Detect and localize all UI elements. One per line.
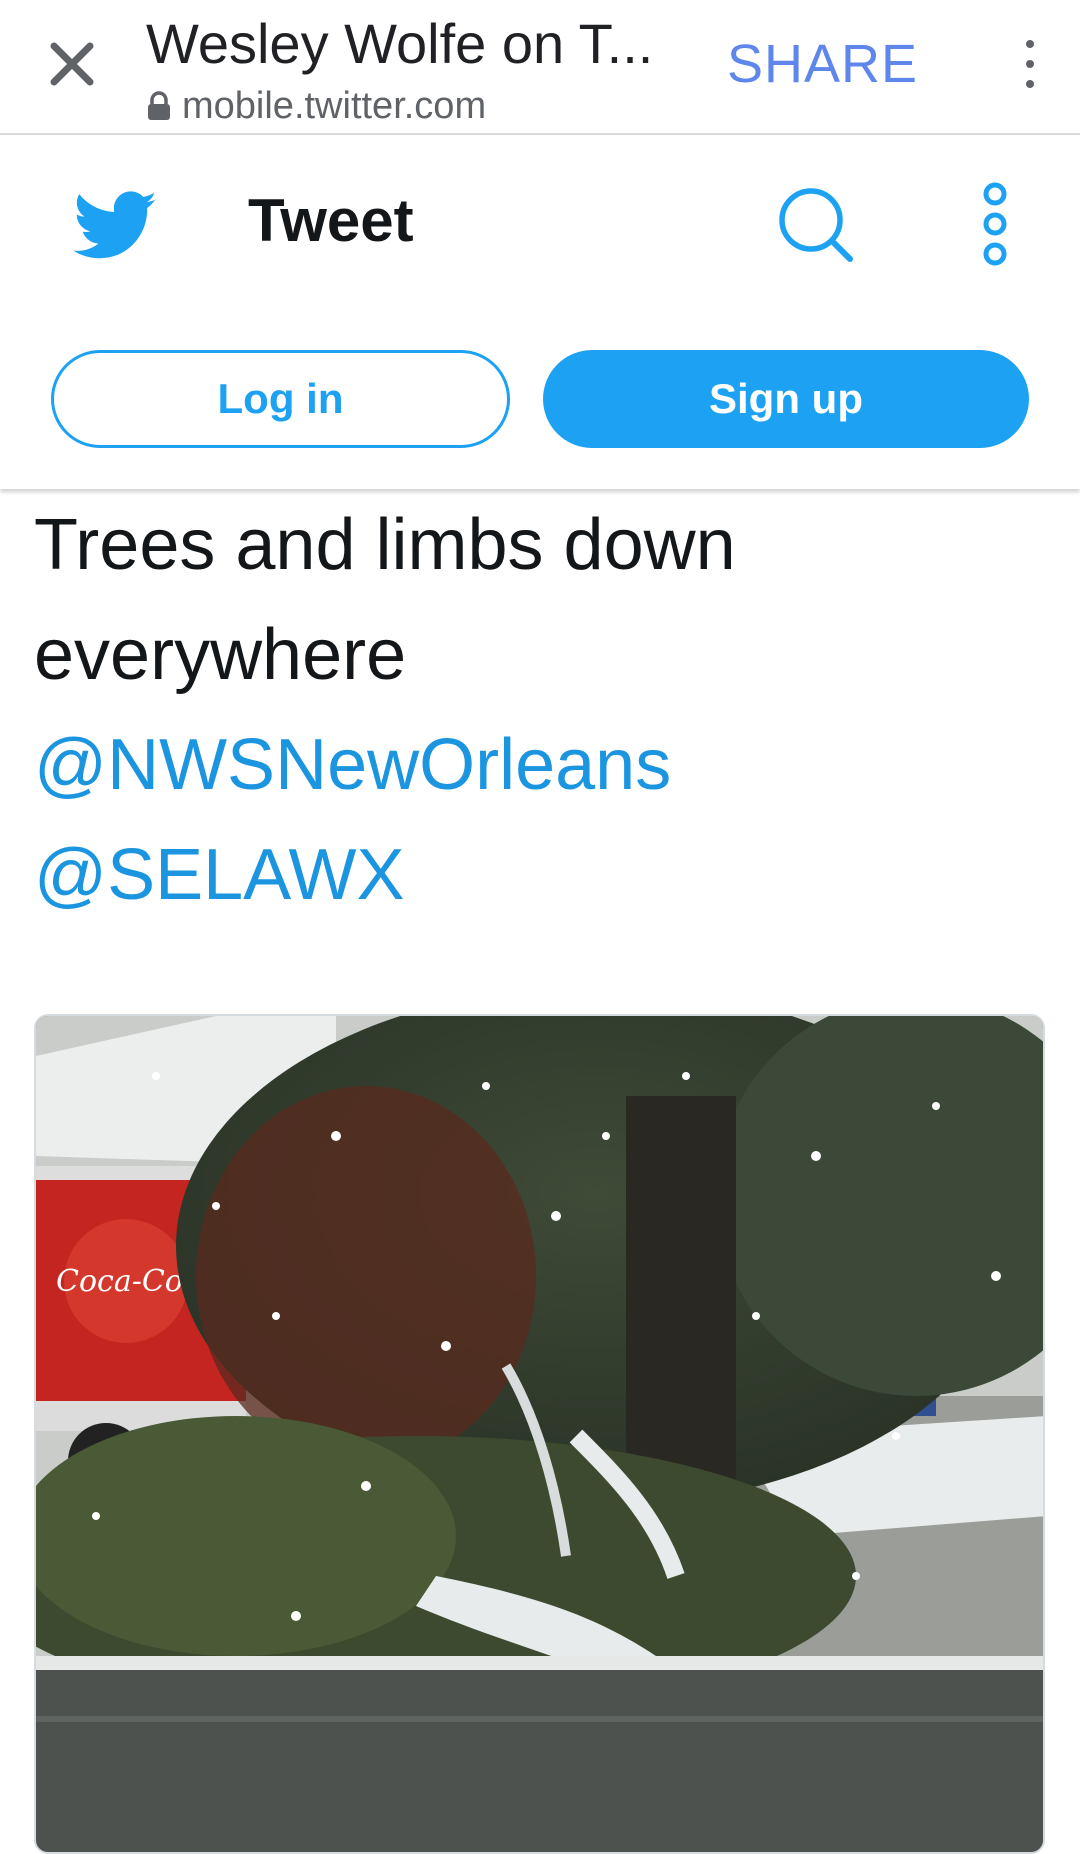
share-button[interactable]: SHARE xyxy=(727,34,918,94)
vertical-dots-icon[interactable] xyxy=(1010,34,1050,94)
tab-title-block: Wesley Wolfe on T... mobile.twitter.com xyxy=(146,12,706,128)
signup-button[interactable]: Sign up xyxy=(543,350,1029,448)
tweet-text-line: everywhere xyxy=(34,615,407,695)
lock-icon xyxy=(148,91,170,120)
mention-link-selawx[interactable]: @SELAWX xyxy=(34,820,1034,930)
mention-link-nwsneworleans[interactable]: @NWSNewOrleans xyxy=(34,710,1034,820)
search-icon[interactable] xyxy=(776,185,854,263)
browser-toolbar: Wesley Wolfe on T... mobile.twitter.com … xyxy=(0,0,1080,135)
tweet-text: Trees and limbs down everywhere @NWSNewO… xyxy=(34,490,1034,930)
page-title: Wesley Wolfe on T... xyxy=(146,12,654,75)
tweet-text-line: Trees and limbs down xyxy=(34,505,736,585)
more-options-icon[interactable] xyxy=(980,181,1010,267)
url-text: mobile.twitter.com xyxy=(182,85,487,127)
header-title: Tweet xyxy=(248,187,414,254)
login-button[interactable]: Log in xyxy=(51,350,510,448)
close-icon[interactable] xyxy=(40,32,104,96)
tweet-photo[interactable]: Coca-Cola xyxy=(34,1014,1045,1854)
url-display[interactable]: mobile.twitter.com xyxy=(146,84,706,128)
photo-scene: Coca-Cola xyxy=(36,1016,1043,1852)
twitter-bird-icon[interactable] xyxy=(74,189,158,263)
twitter-header: Tweet Log in Sign up xyxy=(0,135,1080,489)
